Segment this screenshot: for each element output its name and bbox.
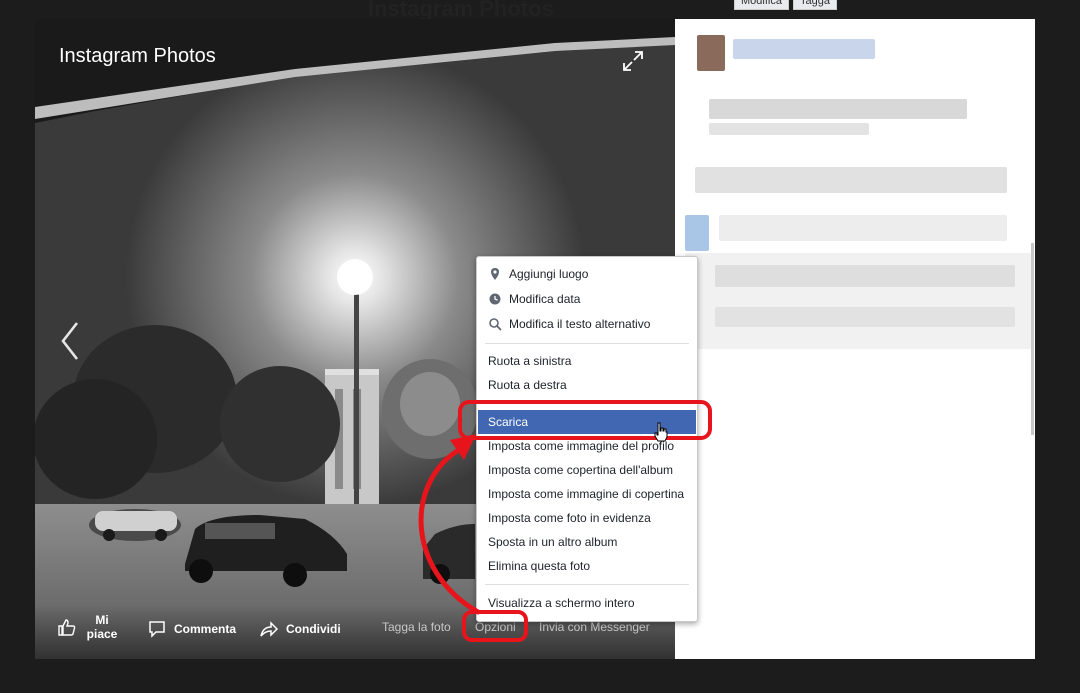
menu-item-fullscreen[interactable]: Visualizza a schermo intero bbox=[478, 591, 696, 615]
tag-photo-button[interactable]: Tagga la foto bbox=[382, 620, 451, 634]
blurred-text bbox=[685, 215, 709, 251]
clock-icon bbox=[489, 293, 501, 305]
thumbs-up-icon bbox=[58, 619, 76, 636]
background-edit-button[interactable]: Modifica bbox=[734, 0, 789, 10]
blurred-text bbox=[709, 99, 967, 119]
background-toolbar: Modifica Tagga bbox=[734, 0, 837, 10]
menu-item-label: Modifica il testo alternativo bbox=[509, 317, 651, 331]
menu-divider bbox=[485, 402, 689, 403]
menu-item-set-featured[interactable]: Imposta come foto in evidenza bbox=[478, 506, 696, 530]
background-tag-button[interactable]: Tagga bbox=[792, 0, 837, 10]
photo-details-panel bbox=[675, 19, 1035, 659]
comment-icon bbox=[149, 621, 165, 638]
share-icon bbox=[260, 621, 279, 637]
share-button[interactable]: Condividi bbox=[259, 619, 341, 639]
blurred-text bbox=[709, 123, 869, 135]
like-button[interactable]: Mi piace bbox=[57, 613, 120, 641]
menu-item-label: Modifica data bbox=[509, 292, 581, 306]
panel-scrollbar[interactable] bbox=[1031, 243, 1034, 435]
menu-item-rotate-right[interactable]: Ruota a destra bbox=[478, 373, 696, 397]
options-button[interactable]: Opzioni bbox=[475, 620, 516, 634]
hand-cursor-icon bbox=[654, 422, 668, 442]
chevron-left-icon[interactable] bbox=[55, 319, 85, 363]
menu-item-add-place[interactable]: Aggiungi luogo bbox=[478, 262, 696, 286]
comment-button[interactable]: Commenta bbox=[147, 619, 236, 639]
menu-item-label: Aggiungi luogo bbox=[509, 267, 589, 281]
menu-item-edit-alt-text[interactable]: Modifica il testo alternativo bbox=[478, 312, 696, 336]
menu-divider bbox=[485, 584, 689, 585]
menu-item-set-cover-photo[interactable]: Imposta come immagine di copertina bbox=[478, 482, 696, 506]
blurred-text bbox=[715, 307, 1015, 327]
menu-item-delete-photo[interactable]: Elimina questa foto bbox=[478, 554, 696, 578]
viewer-title: Instagram Photos bbox=[59, 45, 216, 67]
expand-icon[interactable] bbox=[621, 49, 645, 73]
menu-item-rotate-left[interactable]: Ruota a sinistra bbox=[478, 349, 696, 373]
blurred-text bbox=[715, 265, 1015, 287]
blurred-text bbox=[719, 215, 1007, 241]
menu-item-move-album[interactable]: Sposta in un altro album bbox=[478, 530, 696, 554]
search-icon bbox=[489, 318, 502, 331]
blurred-text bbox=[695, 167, 1007, 193]
blurred-avatar bbox=[697, 35, 725, 71]
share-label: Condividi bbox=[286, 622, 341, 636]
menu-divider bbox=[485, 343, 689, 344]
comment-label: Commenta bbox=[174, 622, 237, 636]
like-label: Mi piace bbox=[86, 613, 118, 641]
menu-item-set-album-cover[interactable]: Imposta come copertina dell'album bbox=[478, 458, 696, 482]
blurred-text bbox=[733, 39, 875, 59]
location-pin-icon bbox=[491, 268, 499, 280]
send-messenger-button[interactable]: Invia con Messenger bbox=[539, 620, 650, 634]
menu-item-edit-date[interactable]: Modifica data bbox=[478, 287, 696, 311]
